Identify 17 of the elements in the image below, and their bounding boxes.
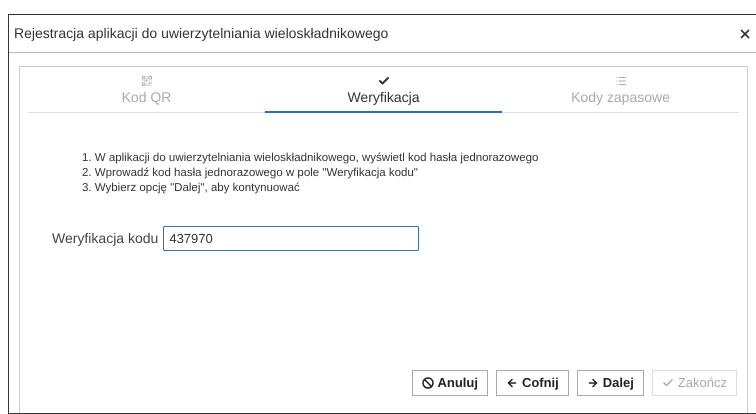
arrow-left-icon [506, 377, 518, 389]
wizard-tab[interactable]: Weryfikacja [265, 75, 502, 113]
check-icon [662, 377, 674, 389]
window-title: Rejestracja aplikacji do uwierzytelniania wieloskładnikowego [14, 24, 388, 43]
field-label: Weryfikacja kodu [52, 229, 158, 248]
instruction-text: 3. Wybierz opcję "Dalej", aby kontynuować [82, 181, 301, 196]
check-icon [378, 75, 390, 87]
qr-code-icon [140, 75, 152, 87]
instruction-text: 1. W aplikacji do uwierzytelniania wieloskładnikowego, wyświetl kod hasła jednorazowego [82, 151, 540, 166]
verification-code-field[interactable]: 437970 [163, 226, 420, 251]
close-icon[interactable] [738, 26, 752, 40]
arrow-right-icon [586, 377, 599, 389]
wizard-button[interactable]: Dalej [576, 370, 644, 396]
instruction-text: 2. Wprowadź kod hasła jednorazowego w pole "Weryfikacja kodu" [82, 166, 419, 181]
ban-icon [422, 377, 434, 389]
wizard-button[interactable]: Cofnij [496, 370, 569, 396]
wizard-button[interactable]: Anuluj [412, 370, 488, 396]
